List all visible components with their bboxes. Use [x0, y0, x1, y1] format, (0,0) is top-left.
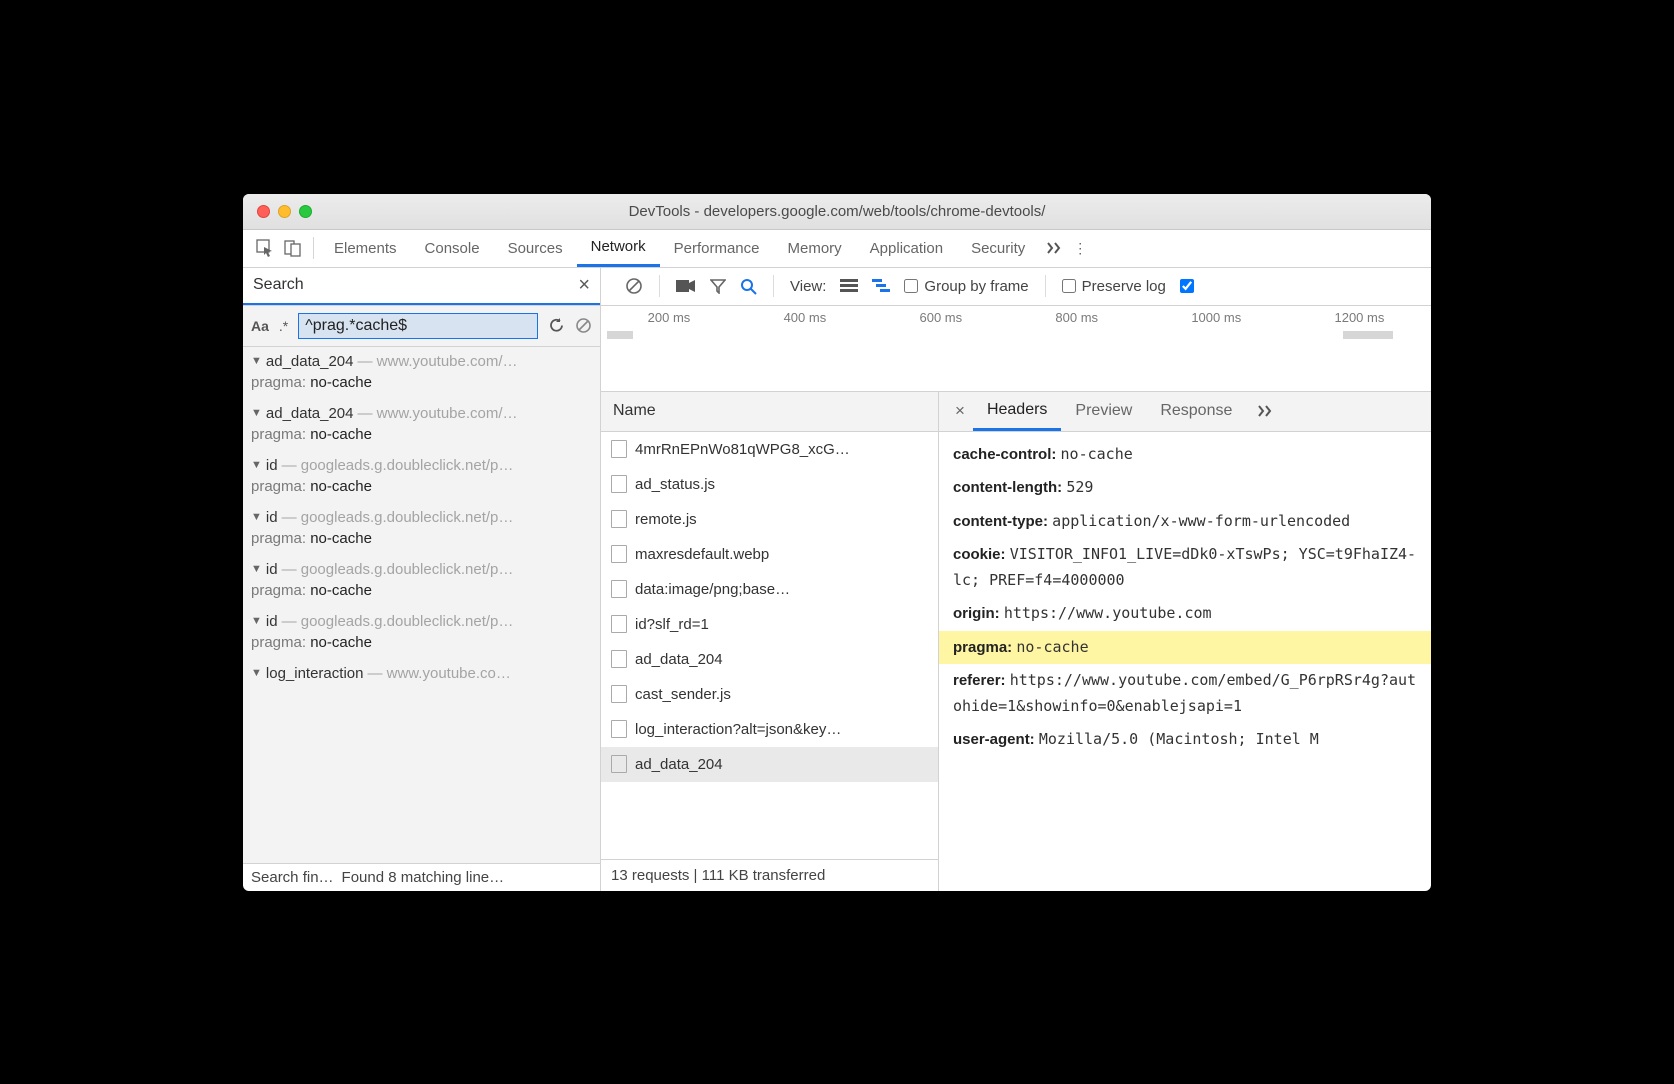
header-line: pragma: no-cache [939, 631, 1431, 665]
title-bar: DevTools - developers.google.com/web/too… [243, 194, 1431, 230]
timeline-tick: 1200 ms [1334, 310, 1384, 325]
timeline[interactable]: 200 ms 400 ms 600 ms 800 ms 1000 ms 1200 ms [601, 306, 1431, 392]
more-menu-icon[interactable]: ⋮ [1073, 240, 1088, 257]
timeline-tick: 1000 ms [1191, 310, 1241, 325]
disable-cache-checkbox[interactable] [1180, 279, 1194, 293]
inspect-icon[interactable] [251, 234, 279, 262]
search-results: ▼ad_data_204 — www.youtube.com/…pragma: … [243, 347, 600, 863]
camera-icon[interactable] [676, 279, 696, 293]
search-result[interactable]: ▼ad_data_204 — www.youtube.com/…pragma: … [243, 347, 600, 399]
close-icon[interactable]: × [578, 274, 590, 297]
clear-button[interactable] [625, 277, 643, 295]
request-row[interactable]: maxresdefault.webp [601, 537, 938, 572]
header-line: cache-control: no-cache [939, 438, 1431, 472]
file-icon [611, 720, 627, 738]
tab-console[interactable]: Console [411, 230, 494, 267]
file-icon [611, 650, 627, 668]
search-panel-title: Search [253, 276, 304, 294]
filter-icon[interactable] [710, 278, 726, 294]
match-case-icon[interactable]: Aa [251, 318, 269, 334]
view-list-icon[interactable] [840, 279, 858, 293]
tab-network[interactable]: Network [577, 230, 660, 267]
tabs-overflow-icon[interactable] [1047, 242, 1063, 254]
timeline-tick: 200 ms [648, 310, 691, 325]
search-icon[interactable] [740, 278, 757, 295]
regex-icon[interactable]: .* [279, 318, 288, 334]
request-row[interactable]: id?slf_rd=1 [601, 607, 938, 642]
close-detail-icon[interactable]: × [947, 401, 973, 421]
header-line: content-type: application/x-www-form-url… [939, 505, 1431, 539]
request-detail: × HeadersPreviewResponse cache-control: … [939, 392, 1431, 891]
preserve-log-checkbox[interactable]: Preserve log [1062, 278, 1166, 295]
search-result[interactable]: ▼id — googleads.g.doubleclick.net/p…prag… [243, 555, 600, 607]
search-input[interactable] [298, 313, 538, 339]
search-panel: Search × Aa .* ▼ad_data_204 — www.youtub… [243, 268, 601, 891]
tab-memory[interactable]: Memory [774, 230, 856, 267]
request-row[interactable]: 4mrRnEPnWo81qWPG8_xcG… [601, 432, 938, 467]
request-row[interactable]: log_interaction?alt=json&key… [601, 712, 938, 747]
header-line: origin: https://www.youtube.com [939, 597, 1431, 631]
request-row[interactable]: remote.js [601, 502, 938, 537]
file-icon [611, 545, 627, 563]
header-line: referer: https://www.youtube.com/embed/G… [939, 664, 1431, 723]
file-icon [611, 475, 627, 493]
detail-tab-response[interactable]: Response [1146, 392, 1246, 431]
timeline-tick: 800 ms [1055, 310, 1098, 325]
tab-performance[interactable]: Performance [660, 230, 774, 267]
request-row[interactable]: cast_sender.js [601, 677, 938, 712]
search-status-bar: Search fin… Found 8 matching line… [243, 863, 600, 891]
detail-tab-preview[interactable]: Preview [1061, 392, 1146, 431]
search-result[interactable]: ▼ad_data_204 — www.youtube.com/…pragma: … [243, 399, 600, 451]
request-row[interactable]: ad_data_204 [601, 642, 938, 677]
request-list: Name 4mrRnEPnWo81qWPG8_xcG…ad_status.jsr… [601, 392, 939, 891]
file-icon [611, 510, 627, 528]
clear-icon[interactable] [575, 317, 592, 334]
search-toolbar: Aa .* [243, 305, 600, 347]
view-label: View: [790, 278, 826, 295]
network-toolbar: View: Group by frame Preserve log [601, 268, 1431, 306]
search-status-right: Found 8 matching line… [342, 869, 505, 886]
refresh-icon[interactable] [548, 317, 565, 334]
tab-sources[interactable]: Sources [494, 230, 577, 267]
network-panel: View: Group by frame Preserve log 200 ms… [601, 268, 1431, 891]
timeline-tick: 600 ms [919, 310, 962, 325]
detail-tab-bar: × HeadersPreviewResponse [939, 392, 1431, 432]
file-icon [611, 615, 627, 633]
header-line: content-length: 529 [939, 471, 1431, 505]
name-column-header[interactable]: Name [601, 392, 938, 432]
tab-elements[interactable]: Elements [320, 230, 411, 267]
devtools-window: DevTools - developers.google.com/web/too… [243, 194, 1431, 891]
search-result[interactable]: ▼id — googleads.g.doubleclick.net/p…prag… [243, 451, 600, 503]
search-result[interactable]: ▼id — googleads.g.doubleclick.net/p…prag… [243, 607, 600, 659]
divider [313, 237, 314, 259]
file-icon [611, 440, 627, 458]
search-result[interactable]: ▼log_interaction — www.youtube.co… [243, 659, 600, 690]
tab-security[interactable]: Security [957, 230, 1039, 267]
file-icon [611, 755, 627, 773]
view-waterfall-icon[interactable] [872, 279, 890, 293]
detail-tab-headers[interactable]: Headers [973, 392, 1061, 431]
window-title: DevTools - developers.google.com/web/too… [243, 203, 1431, 220]
request-status-bar: 13 requests | 111 KB transferred [601, 859, 938, 891]
devtools-tab-bar: ElementsConsoleSourcesNetworkPerformance… [243, 230, 1431, 268]
request-row[interactable]: ad_status.js [601, 467, 938, 502]
detail-tabs-overflow-icon[interactable] [1258, 405, 1274, 417]
search-status-left: Search fin… [251, 869, 334, 886]
device-toggle-icon[interactable] [279, 234, 307, 262]
tab-application[interactable]: Application [856, 230, 957, 267]
file-icon [611, 685, 627, 703]
timeline-tick: 400 ms [784, 310, 827, 325]
search-panel-header: Search × [243, 268, 600, 306]
header-line: user-agent: Mozilla/5.0 (Macintosh; Inte… [939, 723, 1431, 757]
request-row[interactable]: ad_data_204 [601, 747, 938, 782]
group-by-frame-checkbox[interactable]: Group by frame [904, 278, 1028, 295]
search-result[interactable]: ▼id — googleads.g.doubleclick.net/p…prag… [243, 503, 600, 555]
headers-content: cache-control: no-cachecontent-length: 5… [939, 432, 1431, 891]
file-icon [611, 580, 627, 598]
header-line: cookie: VISITOR_INFO1_LIVE=dDk0-xTswPs; … [939, 538, 1431, 597]
request-row[interactable]: data:image/png;base… [601, 572, 938, 607]
